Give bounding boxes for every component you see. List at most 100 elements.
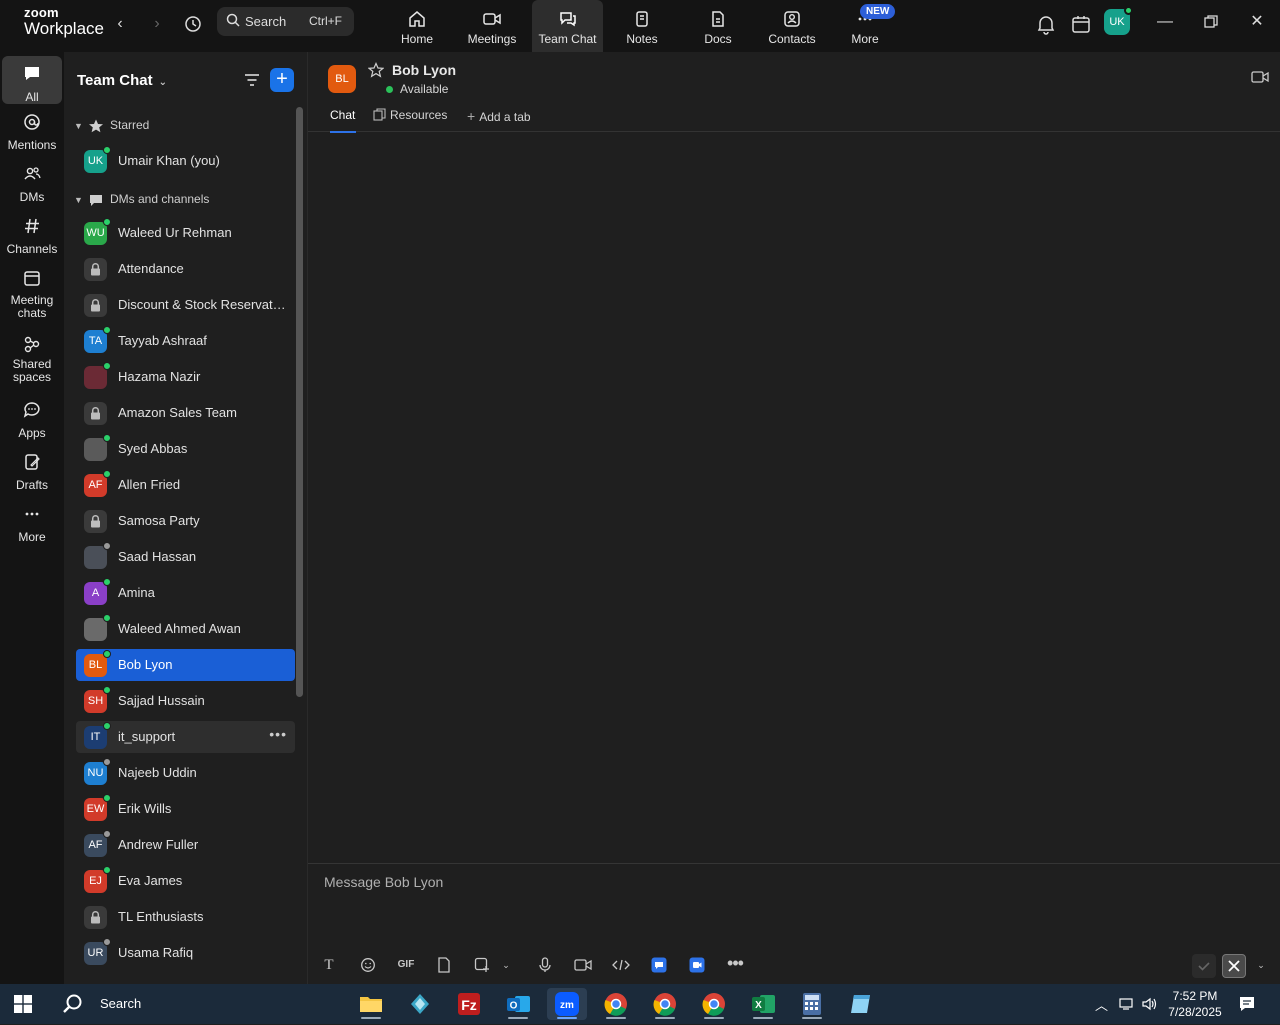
screenshot-icon[interactable] <box>471 954 493 976</box>
app-diamond-icon[interactable] <box>400 988 440 1020</box>
channel-item[interactable]: Discount & Stock Reservati... <box>76 289 295 321</box>
message-input[interactable]: Message Bob Lyon <box>324 874 443 890</box>
dm-item[interactable]: EW Erik Wills <box>76 793 295 825</box>
confirm-send-button[interactable] <box>1192 954 1216 978</box>
channel-item[interactable]: Amazon Sales Team <box>76 397 295 429</box>
emoji-icon[interactable] <box>357 954 379 976</box>
chrome-icon-2[interactable] <box>645 988 685 1020</box>
dm-item[interactable]: A Amina <box>76 577 295 609</box>
minimize-icon[interactable]: — <box>1150 10 1180 34</box>
filter-icon[interactable] <box>242 70 262 90</box>
filezilla-icon[interactable]: Fz <box>449 988 489 1020</box>
dm-item[interactable]: EJ Eva James <box>76 865 295 897</box>
notifications-icon[interactable] <box>1238 995 1256 1013</box>
dm-item[interactable]: UR Usama Rafiq <box>76 937 295 969</box>
outlook-icon[interactable]: O <box>498 988 538 1020</box>
history-icon[interactable] <box>181 12 205 36</box>
search-box[interactable]: Search Ctrl+F <box>217 7 354 36</box>
channel-item[interactable]: TL Enthusiasts <box>76 901 295 933</box>
windows-start-icon[interactable] <box>14 995 32 1013</box>
tab-resources[interactable]: Resources <box>373 108 447 132</box>
zoom-app-icon[interactable] <box>686 954 708 976</box>
tab-docs[interactable]: Docs <box>693 0 743 52</box>
dm-item[interactable]: BL Bob Lyon <box>76 649 295 681</box>
chrome-icon-3[interactable] <box>694 988 734 1020</box>
rail-item-channels[interactable]: Channels <box>2 216 62 256</box>
section-starred[interactable]: ▼ Starred <box>74 118 149 138</box>
add-tab-button[interactable]: + Add a tab <box>467 108 531 132</box>
text-format-icon[interactable]: T <box>318 954 340 976</box>
dm-item[interactable]: Syed Abbas <box>76 433 295 465</box>
dm-item[interactable]: NU Najeeb Uddin <box>76 757 295 789</box>
section-dms-and-channels[interactable]: ▼ DMs and channels <box>74 192 209 212</box>
list-item-starred-0[interactable]: UK Umair Khan (you) <box>76 145 295 177</box>
taskbar-search-label[interactable]: Search <box>100 996 141 1011</box>
channel-item[interactable]: Samosa Party <box>76 505 295 537</box>
more-options-icon[interactable]: ••• <box>724 954 746 976</box>
video-message-icon[interactable] <box>572 954 594 976</box>
avatar-initials: A <box>91 587 100 599</box>
volume-icon[interactable] <box>1141 996 1159 1012</box>
chrome-icon-1[interactable] <box>596 988 636 1020</box>
dm-item[interactable]: Waleed Ahmed Awan <box>76 613 295 645</box>
close-icon[interactable]: ✕ <box>1242 10 1272 34</box>
tab-meetings[interactable]: Meetings <box>462 0 522 52</box>
restore-icon[interactable] <box>1196 10 1226 34</box>
network-icon[interactable] <box>1118 996 1136 1012</box>
app-chat-icon[interactable] <box>648 954 670 976</box>
video-call-icon[interactable] <box>1251 70 1269 84</box>
calculator-icon[interactable] <box>792 988 832 1020</box>
notepad-icon[interactable] <box>841 988 881 1020</box>
more-options-icon[interactable]: ••• <box>269 726 287 742</box>
file-explorer-icon[interactable] <box>351 988 391 1020</box>
message-composer[interactable]: Message Bob Lyon T GIF ⌄ ••• ⌄ <box>308 863 1280 984</box>
dm-item[interactable]: SH Sajjad Hussain <box>76 685 295 717</box>
dm-item[interactable]: AF Andrew Fuller <box>76 829 295 861</box>
tab-contacts[interactable]: Contacts <box>764 0 820 52</box>
rail-item-more[interactable]: More <box>2 504 62 544</box>
taskbar-clock[interactable]: 7:52 PM 7/28/2025 <box>1160 988 1230 1020</box>
dm-item[interactable]: TA Tayyab Ashraaf <box>76 325 295 357</box>
dm-item[interactable]: IT it_support ••• <box>76 721 295 753</box>
dm-item[interactable]: Hazama Nazir <box>76 361 295 393</box>
microphone-icon[interactable] <box>534 954 556 976</box>
dm-item[interactable]: Saad Hassan <box>76 541 295 573</box>
rail-item-meeting-chats[interactable]: Meeting chats <box>2 268 62 320</box>
rail-item-all[interactable]: All <box>2 56 62 104</box>
user-avatar[interactable]: UK <box>1104 6 1133 35</box>
panel-title[interactable]: Team Chat ⌄ <box>77 72 167 89</box>
tab-chat[interactable]: Chat <box>330 108 356 133</box>
rail-item-shared-spaces[interactable]: Shared spaces <box>2 334 62 384</box>
zoom-taskbar-icon[interactable]: zm <box>547 988 587 1020</box>
dm-item[interactable]: WU Waleed Ur Rehman <box>76 217 295 249</box>
forward-arrow-icon[interactable]: › <box>145 12 169 36</box>
cancel-button[interactable] <box>1222 954 1246 978</box>
contact-name-heading[interactable]: Bob Lyon <box>392 62 456 78</box>
tab-home[interactable]: Home <box>392 0 442 52</box>
rail-item-drafts[interactable]: Drafts <box>2 452 62 492</box>
calendar-icon[interactable] <box>1069 12 1093 36</box>
contact-avatar[interactable]: BL <box>328 65 356 93</box>
channel-item[interactable]: Attendance <box>76 253 295 285</box>
star-outline-icon[interactable] <box>368 62 384 78</box>
list-scrollbar[interactable] <box>296 107 303 697</box>
tab-notes[interactable]: Notes <box>617 0 667 52</box>
code-snippet-icon[interactable] <box>610 954 632 976</box>
send-options-chevron-icon[interactable]: ⌄ <box>1250 954 1272 976</box>
taskbar-search-icon[interactable] <box>62 993 84 1015</box>
dm-item[interactable]: AF Allen Fried <box>76 469 295 501</box>
rail-item-apps[interactable]: Apps <box>2 400 62 440</box>
rail-item-mentions[interactable]: Mentions <box>2 112 62 152</box>
show-hidden-icons-chevron[interactable]: ︿ <box>1095 995 1108 1014</box>
avatar-initials: SH <box>87 695 104 707</box>
excel-icon[interactable]: X <box>743 988 783 1020</box>
file-icon[interactable] <box>433 954 455 976</box>
chevron-down-icon[interactable]: ⌄ <box>495 954 517 976</box>
tab-team-chat[interactable]: Team Chat <box>532 0 603 52</box>
rail-item-dms[interactable]: DMs <box>2 164 62 204</box>
gif-button[interactable]: GIF <box>395 954 417 976</box>
back-arrow-icon[interactable]: ‹ <box>108 12 132 36</box>
notes-icon <box>636 11 648 27</box>
bell-icon[interactable] <box>1034 12 1058 36</box>
new-chat-button[interactable]: + <box>270 68 294 92</box>
